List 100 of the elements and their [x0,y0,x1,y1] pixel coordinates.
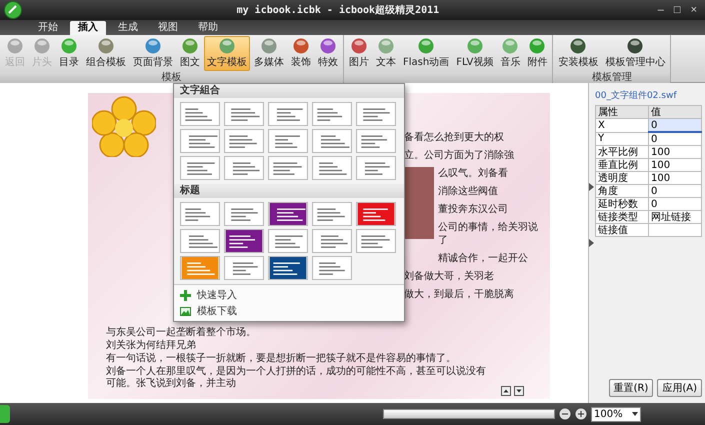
zoom-in-icon[interactable] [575,408,587,420]
property-value[interactable]: 0 [648,198,702,210]
document-text: 刘备一个人在那里叹气，是因为一个人打拼的话，成功的可能性不高，甚至可以说没有可能。张飞说到刘备，并主动 [106,366,487,390]
property-value[interactable]: 100 [648,172,702,184]
ribbon-button[interactable]: 音乐 [497,36,524,71]
file-name: 00_文字组件02.swf [595,90,678,102]
zoom-out-icon[interactable] [559,408,571,420]
template-thumbnail[interactable] [180,202,220,226]
template-thumbnail[interactable] [268,229,308,253]
group-label: 模板管理 [592,72,632,84]
template-thumbnail[interactable] [312,256,352,280]
template-thumbnail[interactable] [224,102,264,126]
ribbon-button[interactable]: FLV视频 [453,36,496,71]
template-thumbnail[interactable] [356,229,396,253]
property-name: 垂直比例 [596,158,648,172]
template-thumbnail[interactable] [180,102,220,126]
status-indicator [0,405,10,423]
window-control-button[interactable]: – [654,3,668,17]
ribbon-tab[interactable]: 插入 [70,21,106,35]
ribbon-button[interactable]: 安装模板 [555,36,602,71]
ribbon-tab[interactable]: 帮助 [190,21,226,35]
property-value[interactable]: 网址链接 [648,210,702,224]
template-thumbnail[interactable] [312,129,352,153]
section-header: 文字組合 [174,84,404,98]
property-value[interactable]: 0 [648,184,702,198]
menu-item[interactable]: 模板下载 [174,303,243,319]
panel-button[interactable]: 应用(A) [657,379,702,397]
template-thumbnail[interactable] [312,202,352,226]
ribbon-tab[interactable]: 开始 [30,21,66,35]
property-value[interactable]: 100 [648,146,702,158]
ribbon-button[interactable]: 图文 [177,36,203,71]
template-thumbnail[interactable] [268,156,308,180]
template-thumbnail[interactable] [356,102,396,126]
document-text: 么叹气。刘备看 [438,167,509,180]
collapse-arrow-icon[interactable] [589,239,594,247]
property-value[interactable]: 100 [648,158,702,172]
ribbon-button[interactable]: 附件 [524,36,550,71]
ribbon-button[interactable]: 文本 [373,36,399,71]
ribbon-button[interactable]: 组合模板 [83,36,129,71]
window-control-button[interactable]: □ [670,3,685,17]
ribbon-button[interactable]: 装饰 [288,36,314,71]
document-text: 与东吴公司一起垄断着整个市场。 [106,327,257,339]
ribbon-button[interactable]: 图片 [346,36,372,71]
template-thumbnail[interactable] [224,202,264,226]
document-text: 有一句话说，一根筷子一折就断，要是想折断一把筷子就不是件容易的事情了。 [106,353,457,365]
template-thumbnail[interactable] [268,129,308,153]
template-thumbnail[interactable] [268,102,308,126]
ribbon-button[interactable]: 文字模板 [204,36,250,71]
property-name: 透明度 [596,172,648,184]
document-text: 精诚合作，一起开公 [438,252,529,265]
document-text: 消除这些阀值 [438,185,499,198]
collapse-arrow-icon[interactable] [589,183,594,191]
zoom-value: 100% [594,408,623,420]
property-value[interactable]: 0 [648,132,702,146]
group-label: 模板 [162,72,182,84]
column-header: 属性 [596,106,648,118]
template-thumbnail[interactable] [356,129,396,153]
template-thumbnail[interactable] [224,129,264,153]
template-thumbnail[interactable] [180,129,220,153]
ribbon-button[interactable]: 特效 [315,36,341,71]
window-control-button[interactable]: × [686,3,701,17]
template-thumbnail[interactable] [268,202,308,226]
template-thumbnail[interactable] [180,256,220,280]
ribbon-button[interactable]: 目录 [56,36,82,71]
section-header: 标题 [174,184,404,198]
menu-item[interactable]: 快速导入 [174,287,243,303]
zoom-dropdown[interactable]: 100% [591,406,641,422]
ribbon-button[interactable]: 多媒体 [251,36,287,71]
document-text: 立。公司方面为了消除強 [404,149,515,162]
flower-icon [92,95,156,157]
column-header: 值 [648,106,702,118]
property-value[interactable]: 0 [648,118,702,132]
panel-button[interactable]: 重置(R) [608,379,654,397]
template-thumbnail[interactable] [224,229,264,253]
property-name: 链接值 [596,224,648,236]
template-thumbnail[interactable] [356,156,396,180]
scroll-track[interactable] [383,409,555,419]
template-thumbnail[interactable] [356,202,396,226]
ribbon-tab[interactable]: 视图 [150,21,186,35]
previous-page-icon[interactable] [501,386,511,396]
template-thumbnail[interactable] [312,229,352,253]
ribbon-tab[interactable]: 生成 [110,21,146,35]
template-thumbnail[interactable] [180,229,220,253]
document-text: 董投奔东汉公司 [438,203,509,216]
ribbon-button[interactable]: Flash动画 [400,36,452,71]
document-text: 刘备做大哥，关羽老 [404,270,495,283]
document-text: 公司的事情，给关羽说了 [438,221,539,247]
property-name: Y [596,132,648,146]
ribbon-button[interactable]: 页面背景 [130,36,176,71]
image-icon [180,306,191,316]
template-thumbnail[interactable] [312,156,352,180]
template-thumbnail[interactable] [268,256,308,280]
template-thumbnail[interactable] [180,156,220,180]
template-thumbnail[interactable] [224,256,264,280]
dropdown-caret-icon [632,412,638,416]
plus-icon [180,290,191,300]
template-thumbnail[interactable] [312,102,352,126]
template-thumbnail[interactable] [224,156,264,180]
ribbon-button[interactable]: 模板管理中心 [602,36,668,71]
next-page-icon[interactable] [514,386,524,396]
